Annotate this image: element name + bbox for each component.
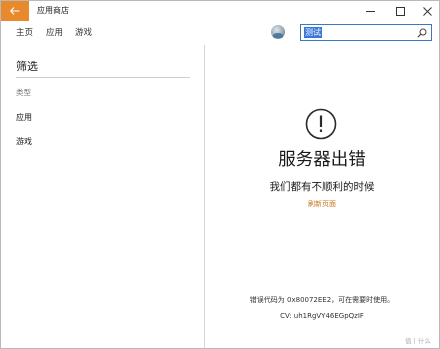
- filter-item-games[interactable]: 游戏: [16, 136, 32, 147]
- search-icon[interactable]: [417, 28, 427, 38]
- exclamation-circle-icon: [305, 108, 337, 140]
- maximize-button[interactable]: [386, 1, 414, 21]
- filter-title: 筛选: [16, 60, 38, 73]
- correlation-vector-text: CV: uh1RgVY46EGpQzIF: [280, 312, 364, 320]
- error-subtitle: 我们都有不顺利的时候: [269, 181, 375, 193]
- filter-panel: 筛选 类型 应用 游戏: [1, 45, 204, 348]
- minimize-button[interactable]: [356, 1, 384, 21]
- search-input-value[interactable]: 测试: [304, 27, 322, 38]
- filter-divider: [16, 77, 190, 78]
- close-button[interactable]: [413, 1, 439, 21]
- nav-bar: 主页 应用 游戏 测试: [1, 21, 439, 45]
- nav-item-home[interactable]: 主页: [16, 28, 33, 39]
- error-code-text: 错误代码为 0x80072EE2，可在需要时使用。: [249, 296, 395, 304]
- error-title: 服务器出错: [278, 150, 366, 170]
- nav-item-games[interactable]: 游戏: [75, 28, 92, 39]
- refresh-page-link[interactable]: 刷新页面: [205, 200, 439, 209]
- title-bar: 应用商店: [1, 1, 439, 21]
- filter-item-apps[interactable]: 应用: [16, 112, 32, 123]
- user-avatar-icon[interactable]: [271, 25, 285, 39]
- app-window: 应用商店 主页 应用 游戏 测试 筛选 类型 应用 游戏 服务器出错 我们都有不…: [0, 0, 440, 349]
- nav-item-apps[interactable]: 应用: [46, 28, 63, 39]
- back-arrow-icon: [10, 7, 20, 15]
- app-title: 应用商店: [37, 6, 69, 15]
- close-icon: [422, 6, 432, 16]
- maximize-icon: [395, 6, 405, 16]
- back-button[interactable]: [1, 1, 29, 21]
- minimize-icon: [365, 7, 375, 16]
- filter-category-label: 类型: [16, 88, 31, 97]
- watermark: 值 | 什么: [405, 337, 431, 345]
- search-input[interactable]: 测试: [300, 24, 432, 41]
